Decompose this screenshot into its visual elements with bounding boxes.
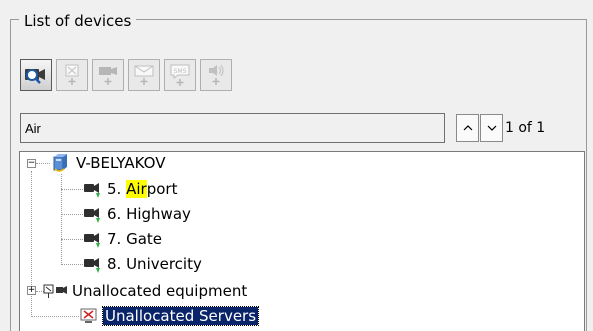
tree-node-camera[interactable]: 6. Highway: [83, 203, 191, 225]
camera-icon: [84, 208, 100, 223]
add-sensor-button[interactable]: [56, 59, 88, 91]
equipment-icon: [43, 284, 67, 298]
next-match-button[interactable]: [480, 114, 503, 142]
add-sms-icon: SMS: [170, 64, 190, 86]
camera-search-button[interactable]: [20, 59, 52, 91]
tree-node-server[interactable]: V-BELYAKOV: [50, 152, 165, 174]
search-match-highlight: Air: [126, 180, 147, 198]
unallocated-servers-label: Unallocated Servers: [101, 306, 260, 326]
sms-icon-label: SMS: [174, 68, 187, 75]
add-email-button[interactable]: [128, 59, 160, 91]
add-sms-button[interactable]: SMS: [164, 59, 196, 91]
device-list-panel: List of devices SMS Air 1 of 1 − V-BELYA…: [0, 0, 593, 331]
tree-node-unallocated-servers[interactable]: Unallocated Servers: [79, 305, 260, 327]
server-collapse-toggle[interactable]: −: [27, 159, 36, 168]
unallocated-equipment-label: Unallocated equipment: [72, 282, 248, 300]
device-search-input[interactable]: [20, 113, 445, 143]
add-camera-button[interactable]: [92, 59, 124, 91]
camera-icon: [84, 233, 100, 248]
device-tree[interactable]: − V-BELYAKOV 5. Airport 6. Highway 7. Ga…: [19, 151, 585, 331]
camera-search-icon: [25, 69, 45, 84]
add-sensor-icon: [65, 64, 79, 85]
tree-node-camera[interactable]: 8. Univercity: [83, 253, 202, 275]
tree-node-camera[interactable]: 5. Airport: [83, 178, 177, 200]
add-camera-icon: [99, 67, 117, 85]
camera-label: 6. Highway: [107, 205, 191, 223]
chevron-up-icon: [463, 125, 472, 131]
match-counter: 1 of 1: [505, 120, 546, 136]
add-email-icon: [134, 65, 154, 85]
camera-label: 7. Gate: [107, 230, 163, 248]
server-label: V-BELYAKOV: [76, 154, 166, 172]
previous-match-button[interactable]: [456, 114, 479, 142]
server-icon: [53, 154, 67, 172]
tree-node-camera[interactable]: 7. Gate: [83, 228, 162, 250]
unallocated-equipment-expand-toggle[interactable]: +: [27, 286, 36, 295]
panel-title: List of devices: [19, 13, 137, 30]
tree-node-unallocated-equipment[interactable]: Unallocated equipment: [42, 280, 247, 302]
camera-label: 5. Airport: [107, 180, 178, 198]
camera-label: 8. Univercity: [107, 255, 202, 273]
camera-icon: [84, 258, 100, 273]
chevron-down-icon: [487, 125, 496, 131]
unallocated-server-icon: [80, 308, 97, 323]
add-speaker-button[interactable]: [200, 59, 232, 91]
add-speaker-icon: [209, 64, 224, 85]
camera-icon: [84, 183, 100, 198]
